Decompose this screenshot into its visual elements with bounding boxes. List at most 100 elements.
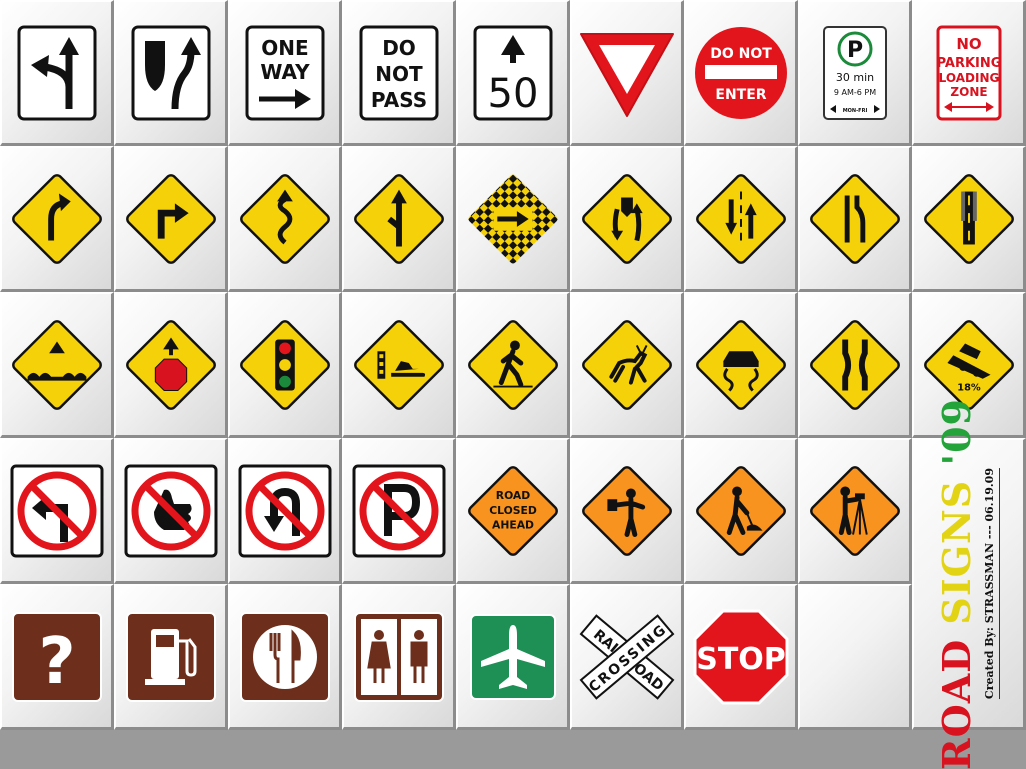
stop-text: STOP (696, 642, 786, 677)
tile-bump-ahead[interactable] (0, 292, 114, 438)
tile-two-way-traffic[interactable] (684, 146, 798, 292)
deer-icon (581, 319, 672, 410)
tile-right-curve[interactable] (0, 146, 114, 292)
fork-knife-icon (239, 611, 330, 702)
credit-title: ROAD SIGNS '09 (934, 398, 979, 769)
np-line-4: ZONE (950, 85, 987, 99)
np-line-2: PARKING (936, 56, 1001, 71)
flagger-icon (581, 465, 672, 556)
worker-shovel-icon (695, 465, 786, 556)
grade-text: 18% (957, 382, 981, 393)
tile-empty (798, 584, 912, 730)
tile-narrow-bridge[interactable] (912, 146, 1026, 292)
credit-panel: ROAD SIGNS '09 Created By: STRASSMAN ---… (912, 398, 1026, 769)
title-road: ROAD (934, 638, 979, 769)
tile-advisory-speed[interactable]: 50 (456, 0, 570, 146)
keep-right-divider-icon (131, 25, 210, 120)
bump-ahead-icon (11, 319, 102, 410)
tile-narrow-road[interactable] (798, 292, 912, 438)
tile-right-turn[interactable] (114, 146, 228, 292)
dne-text-top: DO NOT (710, 46, 772, 62)
tile-railroad-crossing[interactable]: RAIL ROAD CROSSING (570, 584, 684, 730)
np-line-1: NO (956, 35, 981, 53)
parking-days: MON-FRI (842, 108, 867, 114)
credit-date: 06.19.09 (983, 467, 996, 522)
tile-flagger-ahead[interactable] (570, 438, 684, 584)
credit-line: Created By: STRASSMAN --- 06.19.09 (983, 467, 1000, 700)
stop-sign: STOP (693, 609, 788, 704)
tile-gas[interactable] (114, 584, 228, 730)
traffic-signal-icon (239, 319, 330, 410)
divided-highway-icon (581, 173, 672, 264)
checker-arrow-icon (467, 173, 558, 264)
speed-sign: 50 (473, 25, 552, 120)
stop-ahead-icon (125, 319, 216, 410)
tile-no-left-turn[interactable] (0, 438, 114, 584)
no-u-turn-icon (238, 464, 331, 557)
tile-airport[interactable] (456, 584, 570, 730)
road-narrows-icon (809, 319, 900, 410)
tile-pedestrian-crossing[interactable] (456, 292, 570, 438)
no-hitchhiking-icon (124, 464, 217, 557)
timed-parking-sign: P 30 min 9 AM-6 PM MON-FRI (822, 25, 887, 120)
tile-lane-ends[interactable] (798, 146, 912, 292)
tile-no-hitchhiking[interactable] (114, 438, 228, 584)
two-way-traffic-icon (695, 173, 786, 264)
one-way-text-top: ONE (261, 36, 308, 60)
np-line-3: LOADING (938, 71, 999, 85)
tile-do-not-enter[interactable]: DO NOT ENTER (684, 0, 798, 146)
gas-pump-icon (125, 611, 216, 702)
right-turn-icon (125, 173, 216, 264)
tile-yield[interactable] (570, 0, 684, 146)
tile-restrooms[interactable] (342, 584, 456, 730)
airplane-icon (469, 613, 556, 700)
dne-text-bottom: ENTER (715, 87, 766, 103)
tile-do-not-pass[interactable]: DO NOT PASS (342, 0, 456, 146)
tile-survey-crew[interactable] (798, 438, 912, 584)
restroom-icon (353, 611, 444, 702)
do-not-pass-sign: DO NOT PASS (359, 25, 438, 120)
tile-slippery-road[interactable] (684, 292, 798, 438)
tile-no-u-turn[interactable] (228, 438, 342, 584)
side-road-icon (353, 173, 444, 264)
rc-line-3: AHEAD (492, 518, 534, 531)
tile-snowmobile[interactable] (342, 292, 456, 438)
tile-left-turn-or-through[interactable] (0, 0, 114, 146)
no-left-turn-icon (10, 464, 103, 557)
tile-stop-ahead[interactable] (114, 292, 228, 438)
railroad-crossbuck-sign: RAIL ROAD CROSSING (579, 613, 674, 700)
tile-information[interactable]: ? (0, 584, 114, 730)
snowmobile-crossing-icon (353, 319, 444, 410)
parking-letter: P (846, 38, 862, 63)
tile-deer-crossing[interactable] (570, 292, 684, 438)
no-parking-icon (352, 464, 445, 557)
road-closed-ahead-sign: ROAD CLOSED AHEAD (467, 465, 558, 556)
tile-signal-ahead[interactable] (228, 292, 342, 438)
tile-side-road[interactable] (342, 146, 456, 292)
one-way-sign: ONE WAY (245, 25, 324, 120)
tile-workers-ahead[interactable] (684, 438, 798, 584)
tile-road-closed-ahead[interactable]: ROAD CLOSED AHEAD (456, 438, 570, 584)
one-way-text-bottom: WAY (260, 60, 310, 84)
tile-stop[interactable]: STOP (684, 584, 798, 730)
tile-no-parking-loading-zone[interactable]: NO PARKING LOADING ZONE (912, 0, 1026, 146)
tile-timed-parking[interactable]: P 30 min 9 AM-6 PM MON-FRI (798, 0, 912, 146)
narrow-bridge-icon (923, 173, 1014, 264)
surveyor-icon (809, 465, 900, 556)
lane-ends-icon (809, 173, 900, 264)
tile-no-parking[interactable] (342, 438, 456, 584)
tile-winding-road[interactable] (228, 146, 342, 292)
tile-keep-right-divider[interactable] (114, 0, 228, 146)
do-not-enter-sign: DO NOT ENTER (694, 26, 787, 119)
do-not-pass-line-1: DO (382, 36, 416, 60)
tile-food[interactable] (228, 584, 342, 730)
question-mark: ? (38, 625, 75, 699)
tile-checker-arrow[interactable] (456, 146, 570, 292)
tile-one-way[interactable]: ONE WAY (228, 0, 342, 146)
left-or-through-arrow-icon (17, 25, 96, 120)
speed-value: 50 (487, 71, 538, 117)
parking-hours: 9 AM-6 PM (833, 88, 875, 97)
do-not-pass-line-2: NOT (375, 62, 423, 86)
pedestrian-icon (467, 319, 558, 410)
tile-divided-highway-begins[interactable] (570, 146, 684, 292)
